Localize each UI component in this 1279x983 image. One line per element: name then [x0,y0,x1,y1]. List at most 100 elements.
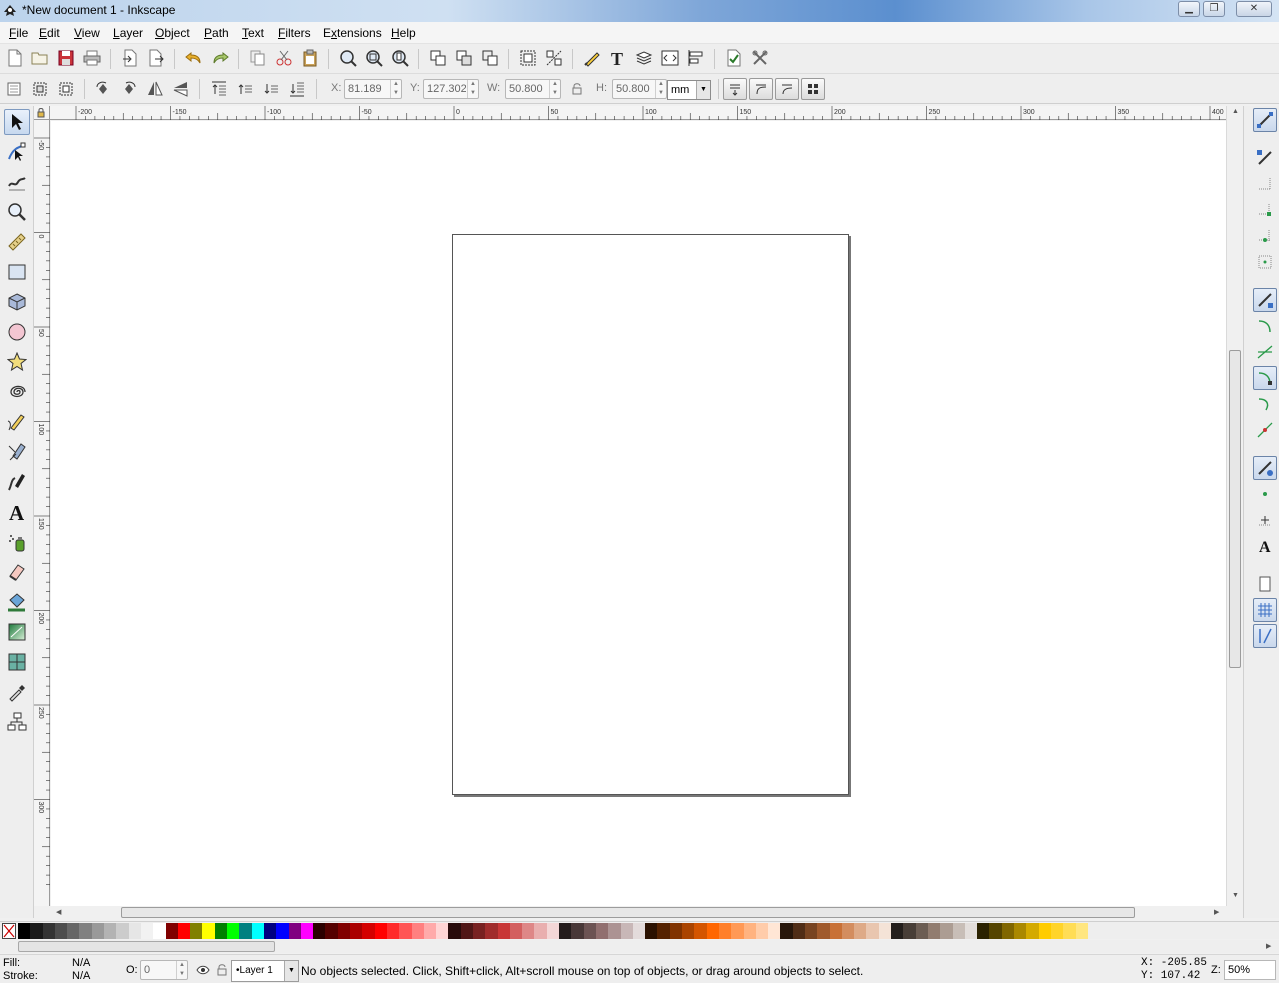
color-swatch[interactable] [829,923,842,939]
redo-icon[interactable] [209,47,231,69]
h-input[interactable] [613,80,654,98]
color-swatch[interactable] [977,923,990,939]
color-swatch[interactable] [288,923,301,939]
color-swatch[interactable] [989,923,1002,939]
y-spinbox[interactable]: ▲▼ [423,79,479,99]
snap-paths-toggle[interactable] [1253,314,1277,338]
x-spinbox[interactable]: ▲▼ [344,79,402,99]
eraser-tool[interactable] [4,559,30,585]
color-swatch[interactable] [940,923,953,939]
color-swatch[interactable] [878,923,892,939]
opacity-spinbox[interactable]: ▲▼ [140,960,188,980]
color-swatch[interactable] [583,923,596,939]
align-distribute-icon[interactable] [685,47,707,69]
transform-patterns-toggle[interactable] [801,78,825,100]
snap-guides-toggle[interactable] [1253,624,1277,648]
paint-bucket-tool[interactable] [4,589,30,615]
import-icon[interactable] [119,47,141,69]
flip-horizontal-icon[interactable] [144,78,166,100]
color-swatch[interactable] [915,923,928,939]
color-swatch[interactable] [91,923,105,939]
mesh-tool[interactable] [4,649,30,675]
color-swatch[interactable] [608,923,621,939]
color-swatch[interactable] [276,923,289,939]
gradient-tool[interactable] [4,619,30,645]
select-all-icon[interactable] [3,78,25,100]
zoom-tool[interactable] [4,199,30,225]
color-swatch[interactable] [214,923,228,939]
menu-edit[interactable]: Edit [39,26,60,40]
color-swatch[interactable] [534,923,547,939]
color-swatch[interactable] [362,923,375,939]
color-swatch[interactable] [300,923,314,939]
ungroup-icon[interactable] [543,47,565,69]
selector-tool[interactable] [4,109,30,135]
menu-object[interactable]: Object [155,26,190,40]
transform-gradients-toggle[interactable] [775,78,799,100]
color-swatch[interactable] [128,923,141,939]
deselect-icon[interactable] [55,78,77,100]
color-swatch[interactable] [30,923,43,939]
open-icon[interactable] [29,47,51,69]
color-swatch[interactable] [1026,923,1039,939]
color-swatch[interactable] [682,923,695,939]
color-swatch[interactable] [780,923,793,939]
no-paint-swatch[interactable] [2,923,16,939]
color-swatch[interactable] [374,923,387,939]
duplicate-icon[interactable] [427,47,449,69]
chevron-down-icon[interactable]: ▼ [284,961,298,981]
lower-to-bottom-icon[interactable] [286,78,308,100]
copy-icon[interactable] [247,47,269,69]
snap-rotation-center-toggle[interactable] [1253,508,1277,532]
color-swatch[interactable] [1014,923,1027,939]
color-swatch[interactable] [399,923,412,939]
snap-bbox-edge-toggle[interactable] [1253,172,1277,196]
color-swatch[interactable] [165,923,178,939]
color-swatch[interactable] [595,923,609,939]
color-swatch[interactable] [927,923,941,939]
color-swatch[interactable] [251,923,264,939]
lock-guides-icon[interactable] [34,106,48,118]
menu-text[interactable]: Text [242,26,264,40]
color-swatch[interactable] [718,923,732,939]
dropper-tool[interactable] [4,679,30,705]
snap-line-midpoint-toggle[interactable] [1253,418,1277,442]
text-font-icon[interactable]: T [607,47,629,69]
scale-corners-toggle[interactable] [749,78,773,100]
x-stepper[interactable]: ▲ ▼ [390,80,401,98]
y-stepper[interactable]: ▲ ▼ [467,80,478,98]
snap-bbox-toggle[interactable] [1253,146,1277,170]
snap-toggle[interactable] [1253,108,1277,132]
close-button[interactable]: ✕ [1236,1,1272,17]
node-tool[interactable] [4,139,30,165]
color-swatch[interactable] [153,923,166,939]
h-spinbox[interactable]: ▲▼ [612,79,667,99]
scroll-right-icon[interactable]: ▶ [1214,908,1219,916]
w-spinbox[interactable]: ▲▼ [505,79,561,99]
snap-bbox-center-toggle[interactable] [1253,250,1277,274]
print-icon[interactable] [81,47,103,69]
zoom-field[interactable]: 50% [1224,960,1276,980]
snap-page-border-toggle[interactable] [1253,572,1277,596]
color-swatch[interactable] [1001,923,1015,939]
color-swatch[interactable] [54,923,68,939]
connector-tool[interactable] [4,709,30,735]
menu-view[interactable]: View [74,26,100,40]
measure-tool[interactable] [4,229,30,255]
color-swatch[interactable] [202,923,215,939]
snap-nodes-toggle[interactable] [1253,288,1277,312]
cut-icon[interactable] [273,47,295,69]
unit-select[interactable]: mm ▼ [667,80,711,100]
document-properties-icon[interactable] [723,47,745,69]
scroll-down-icon[interactable]: ▼ [1232,892,1239,899]
calligraphy-tool[interactable] [4,469,30,495]
color-swatch[interactable] [632,923,646,939]
stroke-value[interactable]: N/A [72,970,90,982]
xml-editor-icon[interactable] [659,47,681,69]
palette-scrollbar[interactable]: ▶ [0,940,1279,953]
color-swatch[interactable] [104,923,117,939]
color-swatch[interactable] [866,923,879,939]
color-swatch[interactable] [657,923,670,939]
fill-value[interactable]: N/A [72,957,90,969]
color-swatch[interactable] [645,923,658,939]
